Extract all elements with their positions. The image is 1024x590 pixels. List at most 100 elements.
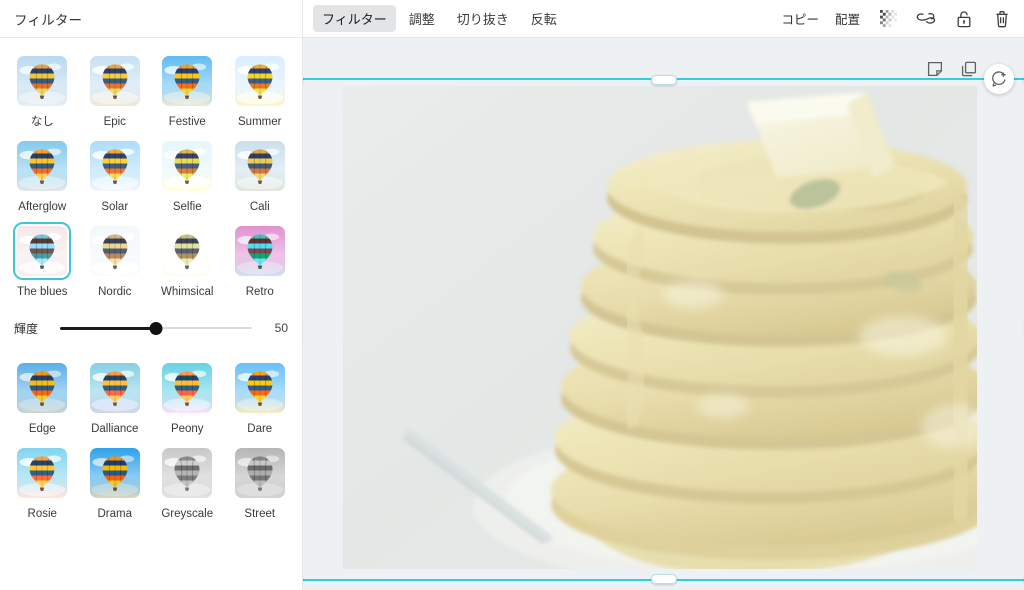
top-toolbar: フィルター 調整 切り抜き 反転 コピー 配置: [303, 0, 1024, 38]
filter-label: Festive: [168, 116, 206, 128]
filter-label: Dalliance: [91, 423, 139, 435]
filter-label: Street: [244, 508, 276, 520]
filter-thumb-wrap[interactable]: [158, 137, 216, 195]
filter-label: Selfie: [172, 201, 202, 213]
filter-item-cali[interactable]: Cali: [224, 131, 297, 216]
filter-item-drama[interactable]: Drama: [79, 438, 152, 523]
filter-label: Nordic: [98, 286, 132, 298]
filter-item-solar[interactable]: Solar: [79, 131, 152, 216]
filter-thumb-wrap[interactable]: [13, 137, 71, 195]
filter-thumb-wrap[interactable]: [158, 444, 216, 502]
filter-thumb-wrap[interactable]: [231, 444, 289, 502]
filter-sidebar: フィルター なし Epic Festive Summer Afterglow S…: [0, 0, 303, 590]
resize-handle-bottom-center[interactable]: [650, 574, 677, 584]
trash-icon[interactable]: [992, 9, 1012, 29]
filter-item-なし[interactable]: なし: [6, 46, 79, 131]
filter-item-edge[interactable]: Edge: [6, 353, 79, 438]
balloon-thumb: [162, 56, 213, 106]
filter-thumb-wrap[interactable]: [158, 52, 216, 110]
filter-thumb-wrap[interactable]: [158, 359, 216, 417]
photo-canvas[interactable]: [343, 86, 977, 569]
resize-handle-top-center[interactable]: [650, 75, 677, 85]
filter-thumb-wrap[interactable]: [231, 222, 289, 280]
filter-label: Afterglow: [18, 201, 67, 213]
filter-label: Whimsical: [161, 286, 214, 298]
pancake-stack-photo: [343, 86, 977, 569]
balloon-thumb: [162, 363, 213, 413]
filter-thumb-wrap[interactable]: [86, 137, 144, 195]
lock-icon[interactable]: [954, 9, 974, 29]
filter-item-afterglow[interactable]: Afterglow: [6, 131, 79, 216]
filter-item-epic[interactable]: Epic: [79, 46, 152, 131]
filter-item-whimsical[interactable]: Whimsical: [151, 216, 224, 301]
arrange-button[interactable]: 配置: [835, 9, 860, 28]
filter-thumb-wrap[interactable]: [13, 444, 71, 502]
filter-item-festive[interactable]: Festive: [151, 46, 224, 131]
filter-item-selfie[interactable]: Selfie: [151, 131, 224, 216]
filter-grid-bottom: Edge Dalliance Peony Dare Rosie Drama Gr…: [0, 345, 302, 523]
brightness-slider[interactable]: [60, 319, 252, 337]
tab-0[interactable]: フィルター: [313, 5, 396, 32]
filter-thumb-wrap[interactable]: [86, 444, 144, 502]
canvas-area[interactable]: [303, 38, 1024, 590]
canvas-float-icons: [926, 60, 978, 78]
panel-header: フィルター: [0, 0, 302, 38]
note-icon[interactable]: [926, 60, 944, 78]
brightness-value: 50: [274, 321, 288, 335]
tab-3[interactable]: 反転: [522, 5, 566, 32]
filter-label: Cali: [249, 201, 270, 213]
filter-thumb-wrap[interactable]: [158, 222, 216, 280]
slider-thumb[interactable]: [149, 322, 163, 335]
link-icon[interactable]: [916, 9, 936, 29]
filter-thumb-wrap[interactable]: [231, 359, 289, 417]
filter-label: Solar: [101, 201, 129, 213]
balloon-thumb: [17, 56, 68, 106]
balloon-thumb: [234, 448, 285, 498]
filter-item-summer[interactable]: Summer: [224, 46, 297, 131]
tab-1[interactable]: 調整: [400, 5, 444, 32]
duplicate-icon[interactable]: [960, 60, 978, 78]
balloon-thumb: [234, 363, 285, 413]
toolbar-tabs: フィルター 調整 切り抜き 反転: [313, 5, 570, 32]
transparency-icon[interactable]: [878, 9, 898, 29]
copy-button[interactable]: コピー: [781, 9, 819, 28]
filter-item-dare[interactable]: Dare: [224, 353, 297, 438]
filter-thumb-wrap[interactable]: [13, 222, 72, 280]
filter-label: Greyscale: [161, 508, 214, 520]
filter-grid-top: なし Epic Festive Summer Afterglow Solar S…: [0, 38, 302, 301]
filter-item-the-blues[interactable]: The blues: [6, 216, 79, 301]
balloon-thumb: [162, 448, 213, 498]
filter-item-peony[interactable]: Peony: [151, 353, 224, 438]
balloon-thumb: [17, 363, 68, 413]
filter-label: Dare: [247, 423, 273, 435]
filter-thumb-wrap[interactable]: [231, 137, 289, 195]
filter-label: Epic: [103, 116, 126, 128]
filter-thumb-wrap[interactable]: [13, 52, 71, 110]
filter-item-street[interactable]: Street: [224, 438, 297, 523]
filter-label: なし: [30, 116, 54, 128]
filter-item-nordic[interactable]: Nordic: [79, 216, 152, 301]
filter-thumb-wrap[interactable]: [13, 359, 71, 417]
panel-title: フィルター: [14, 12, 83, 28]
filter-label: Summer: [238, 116, 282, 128]
rotate-comment-icon[interactable]: [984, 64, 1014, 94]
filter-item-greyscale[interactable]: Greyscale: [151, 438, 224, 523]
filter-item-rosie[interactable]: Rosie: [6, 438, 79, 523]
filter-label: The blues: [16, 286, 68, 298]
filter-label: Retro: [245, 286, 274, 298]
filter-thumb-wrap[interactable]: [86, 52, 144, 110]
filter-label: Edge: [28, 423, 56, 435]
filter-item-retro[interactable]: Retro: [224, 216, 297, 301]
filter-thumb-wrap[interactable]: [231, 52, 289, 110]
brightness-slider-row: 輝度 50: [0, 311, 302, 345]
balloon-thumb: [162, 141, 213, 191]
balloon-thumb: [89, 363, 140, 413]
filter-thumb-wrap[interactable]: [86, 359, 144, 417]
tab-2[interactable]: 切り抜き: [448, 5, 518, 32]
balloon-thumb: [89, 56, 140, 106]
filter-item-dalliance[interactable]: Dalliance: [79, 353, 152, 438]
balloon-thumb: [234, 141, 285, 191]
image-editor-app: フィルター なし Epic Festive Summer Afterglow S…: [0, 0, 1024, 590]
balloon-thumb: [162, 226, 213, 276]
filter-thumb-wrap[interactable]: [86, 222, 144, 280]
